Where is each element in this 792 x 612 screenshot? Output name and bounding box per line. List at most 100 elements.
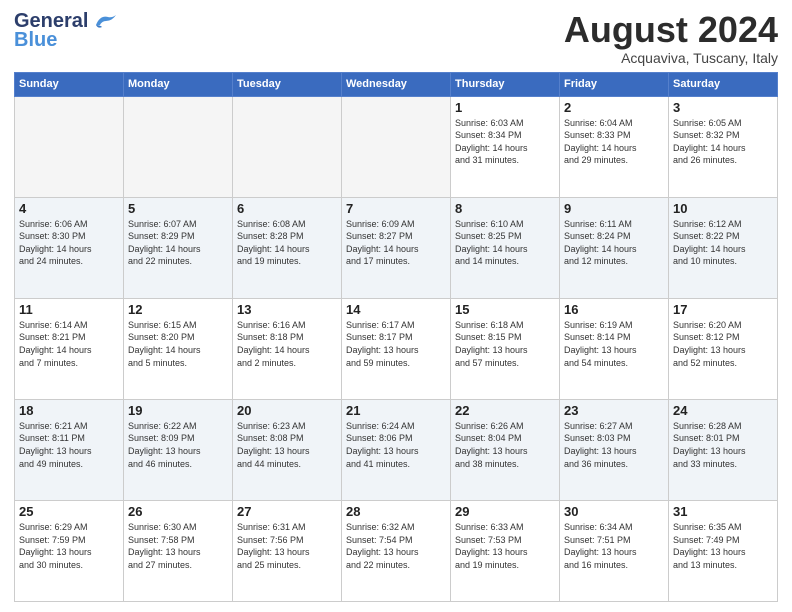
day-info: Sunrise: 6:34 AM Sunset: 7:51 PM Dayligh…	[564, 521, 664, 571]
table-row: 9Sunrise: 6:11 AM Sunset: 8:24 PM Daylig…	[560, 197, 669, 298]
day-info: Sunrise: 6:03 AM Sunset: 8:34 PM Dayligh…	[455, 117, 555, 167]
table-row: 12 Sunrise: 6:15 AM Sunset: 8:20 PM Dayli…	[124, 298, 233, 399]
month-title: August 2024	[564, 10, 778, 50]
day-info: Sunrise: 6:09 AM Sunset: 8:27 PM Dayligh…	[346, 218, 446, 268]
col-friday: Friday	[560, 72, 669, 96]
day-number: 6	[237, 201, 337, 216]
day-number: 7	[346, 201, 446, 216]
table-row: 15Sunrise: 6:18 AM Sunset: 8:15 PM Dayli…	[451, 298, 560, 399]
col-thursday: Thursday	[451, 72, 560, 96]
table-row: 23 Sunrise: 6:27 AM Sunset: 8:03 PM Dayli…	[560, 399, 669, 500]
day-number: 28	[346, 504, 446, 519]
day-info: Sunrise: 6:33 AM Sunset: 7:53 PM Dayligh…	[455, 521, 555, 571]
col-wednesday: Wednesday	[342, 72, 451, 96]
day-number: 27	[237, 504, 337, 519]
day-info: Sunrise: 6:27 AM Sunset: 8:03 PM Dayligh…	[564, 420, 664, 470]
table-row: 22 Sunrise: 6:26 AM Sunset: 8:04 PM Dayli…	[451, 399, 560, 500]
table-row: 24 Sunrise: 6:28 AM Sunset: 8:01 PM Dayli…	[669, 399, 778, 500]
table-row: 21Sunrise: 6:24 AM Sunset: 8:06 PM Dayli…	[342, 399, 451, 500]
day-info: Sunrise: 6:24 AM Sunset: 8:06 PM Dayligh…	[346, 420, 446, 470]
day-number: 17	[673, 302, 773, 317]
day-info: Sunrise: 6:26 AM Sunset: 8:04 PM Dayligh…	[455, 420, 555, 470]
day-info: Sunrise: 6:30 AM Sunset: 7:58 PM Dayligh…	[128, 521, 228, 571]
day-number: 13	[237, 302, 337, 317]
day-number: 14	[346, 302, 446, 317]
day-info: Sunrise: 6:06 AM Sunset: 8:30 PM Dayligh…	[19, 218, 119, 268]
day-number: 30	[564, 504, 664, 519]
day-info: Sunrise: 6:29 AM Sunset: 7:59 PM Dayligh…	[19, 521, 119, 571]
table-row: 20Sunrise: 6:23 AM Sunset: 8:08 PM Dayli…	[233, 399, 342, 500]
col-saturday: Saturday	[669, 72, 778, 96]
table-row: 5Sunrise: 6:07 AM Sunset: 8:29 PM Daylig…	[124, 197, 233, 298]
table-row: 13 Sunrise: 6:16 AM Sunset: 8:18 PM Dayli…	[233, 298, 342, 399]
table-row	[233, 96, 342, 197]
day-number: 18	[19, 403, 119, 418]
day-number: 31	[673, 504, 773, 519]
table-row: 16 Sunrise: 6:19 AM Sunset: 8:14 PM Dayli…	[560, 298, 669, 399]
table-row: 14 Sunrise: 6:17 AM Sunset: 8:17 PM Dayli…	[342, 298, 451, 399]
table-row: 31 Sunrise: 6:35 AM Sunset: 7:49 PM Dayli…	[669, 500, 778, 601]
table-row: 6 Sunrise: 6:08 AM Sunset: 8:28 PM Daylig…	[233, 197, 342, 298]
day-number: 10	[673, 201, 773, 216]
table-row: 11 Sunrise: 6:14 AM Sunset: 8:21 PM Dayli…	[15, 298, 124, 399]
col-monday: Monday	[124, 72, 233, 96]
table-row	[124, 96, 233, 197]
day-info: Sunrise: 6:19 AM Sunset: 8:14 PM Dayligh…	[564, 319, 664, 369]
day-info: Sunrise: 6:16 AM Sunset: 8:18 PM Dayligh…	[237, 319, 337, 369]
calendar-table: Sunday Monday Tuesday Wednesday Thursday…	[14, 72, 778, 602]
day-number: 16	[564, 302, 664, 317]
logo-blue-text: Blue	[14, 29, 57, 52]
day-info: Sunrise: 6:05 AM Sunset: 8:32 PM Dayligh…	[673, 117, 773, 167]
day-info: Sunrise: 6:20 AM Sunset: 8:12 PM Dayligh…	[673, 319, 773, 369]
day-number: 19	[128, 403, 228, 418]
day-number: 22	[455, 403, 555, 418]
day-number: 20	[237, 403, 337, 418]
table-row: 10Sunrise: 6:12 AM Sunset: 8:22 PM Dayli…	[669, 197, 778, 298]
day-info: Sunrise: 6:22 AM Sunset: 8:09 PM Dayligh…	[128, 420, 228, 470]
table-row: 3 Sunrise: 6:05 AM Sunset: 8:32 PM Daylig…	[669, 96, 778, 197]
calendar-week-row: 11 Sunrise: 6:14 AM Sunset: 8:21 PM Dayli…	[15, 298, 778, 399]
day-number: 15	[455, 302, 555, 317]
day-info: Sunrise: 6:35 AM Sunset: 7:49 PM Dayligh…	[673, 521, 773, 571]
table-row: 1Sunrise: 6:03 AM Sunset: 8:34 PM Daylig…	[451, 96, 560, 197]
table-row: 26 Sunrise: 6:30 AM Sunset: 7:58 PM Dayli…	[124, 500, 233, 601]
table-row: 29 Sunrise: 6:33 AM Sunset: 7:53 PM Dayli…	[451, 500, 560, 601]
day-info: Sunrise: 6:32 AM Sunset: 7:54 PM Dayligh…	[346, 521, 446, 571]
day-number: 29	[455, 504, 555, 519]
day-number: 4	[19, 201, 119, 216]
day-number: 12	[128, 302, 228, 317]
calendar-week-row: 18 Sunrise: 6:21 AM Sunset: 8:11 PM Dayli…	[15, 399, 778, 500]
day-info: Sunrise: 6:21 AM Sunset: 8:11 PM Dayligh…	[19, 420, 119, 470]
table-row: 27Sunrise: 6:31 AM Sunset: 7:56 PM Dayli…	[233, 500, 342, 601]
day-number: 11	[19, 302, 119, 317]
table-row: 2Sunrise: 6:04 AM Sunset: 8:33 PM Daylig…	[560, 96, 669, 197]
table-row: 18 Sunrise: 6:21 AM Sunset: 8:11 PM Dayli…	[15, 399, 124, 500]
col-tuesday: Tuesday	[233, 72, 342, 96]
day-number: 23	[564, 403, 664, 418]
table-row: 8 Sunrise: 6:10 AM Sunset: 8:25 PM Daylig…	[451, 197, 560, 298]
day-info: Sunrise: 6:15 AM Sunset: 8:20 PM Dayligh…	[128, 319, 228, 369]
calendar-week-row: 1Sunrise: 6:03 AM Sunset: 8:34 PM Daylig…	[15, 96, 778, 197]
day-number: 24	[673, 403, 773, 418]
day-number: 8	[455, 201, 555, 216]
table-row: 25 Sunrise: 6:29 AM Sunset: 7:59 PM Dayli…	[15, 500, 124, 601]
logo: General Blue	[14, 10, 118, 52]
table-row	[342, 96, 451, 197]
day-number: 9	[564, 201, 664, 216]
logo-bird-icon	[90, 11, 118, 33]
table-row: 4 Sunrise: 6:06 AM Sunset: 8:30 PM Daylig…	[15, 197, 124, 298]
table-row: 7 Sunrise: 6:09 AM Sunset: 8:27 PM Daylig…	[342, 197, 451, 298]
title-block: August 2024 Acquaviva, Tuscany, Italy	[564, 10, 778, 66]
day-info: Sunrise: 6:14 AM Sunset: 8:21 PM Dayligh…	[19, 319, 119, 369]
day-number: 3	[673, 100, 773, 115]
table-row: 17 Sunrise: 6:20 AM Sunset: 8:12 PM Dayli…	[669, 298, 778, 399]
day-number: 26	[128, 504, 228, 519]
day-number: 25	[19, 504, 119, 519]
col-sunday: Sunday	[15, 72, 124, 96]
day-info: Sunrise: 6:17 AM Sunset: 8:17 PM Dayligh…	[346, 319, 446, 369]
day-info: Sunrise: 6:10 AM Sunset: 8:25 PM Dayligh…	[455, 218, 555, 268]
day-info: Sunrise: 6:08 AM Sunset: 8:28 PM Dayligh…	[237, 218, 337, 268]
day-info: Sunrise: 6:28 AM Sunset: 8:01 PM Dayligh…	[673, 420, 773, 470]
page-header: General Blue August 2024 Acquaviva, Tusc…	[14, 10, 778, 66]
day-info: Sunrise: 6:04 AM Sunset: 8:33 PM Dayligh…	[564, 117, 664, 167]
